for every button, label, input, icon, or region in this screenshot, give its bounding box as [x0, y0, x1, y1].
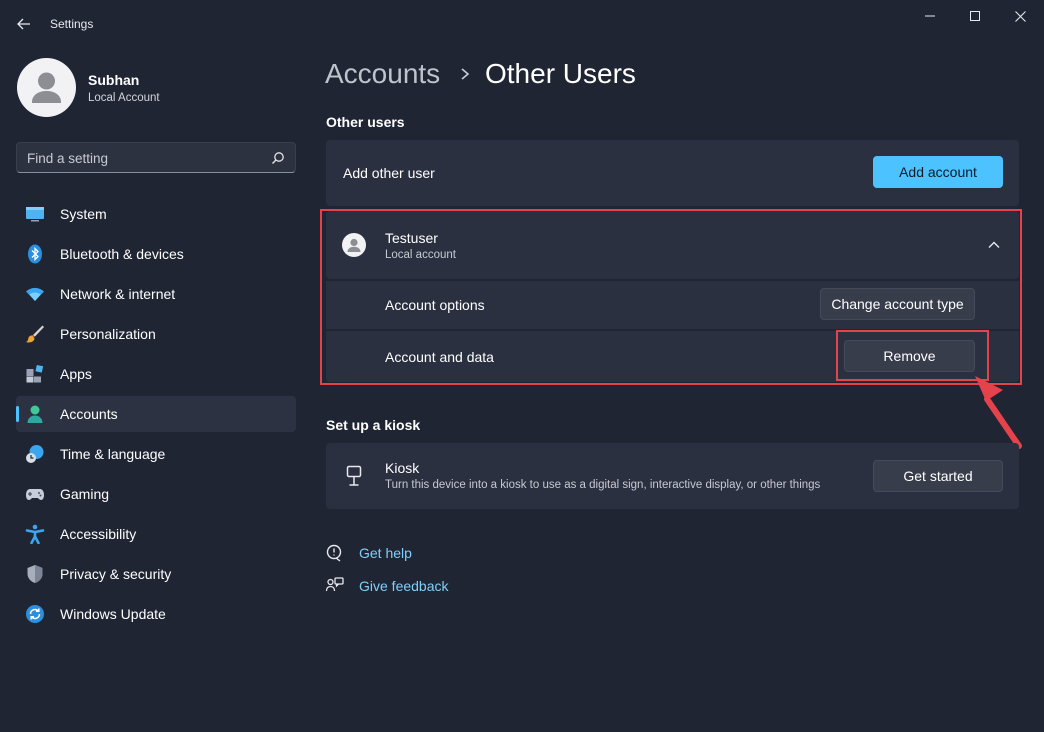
sidebar-item-windows-update[interactable]: Windows Update	[16, 596, 296, 632]
help-icon	[326, 544, 342, 562]
active-indicator	[16, 406, 19, 422]
sidebar-item-time-language[interactable]: Time & language	[16, 436, 296, 472]
sidebar-item-label: Bluetooth & devices	[60, 246, 184, 262]
sidebar-item-label: Accessibility	[60, 526, 137, 542]
sidebar-item-bluetooth[interactable]: Bluetooth & devices	[16, 236, 296, 272]
sidebar-item-apps[interactable]: Apps	[16, 356, 296, 392]
search-placeholder: Find a setting	[27, 151, 109, 166]
sidebar-item-accounts[interactable]: Accounts	[16, 396, 296, 432]
other-users-heading: Other users	[326, 114, 405, 130]
sidebar-item-label: Privacy & security	[60, 566, 172, 582]
sidebar-item-label: Apps	[60, 366, 92, 382]
maximize-button[interactable]	[953, 4, 997, 28]
user-avatar-icon	[32, 72, 61, 103]
red-arrow-icon	[975, 376, 1022, 449]
add-account-button[interactable]: Add account	[873, 156, 1003, 188]
minimize-icon	[925, 15, 935, 17]
time-language-icon	[26, 445, 44, 463]
sidebar-item-label: Network & internet	[60, 286, 176, 302]
get-started-button[interactable]: Get started	[873, 460, 1003, 492]
chevron-right-icon	[461, 68, 470, 80]
search-input[interactable]: Find a setting	[16, 142, 296, 173]
wifi-icon	[26, 287, 44, 301]
kiosk-title: Kiosk	[385, 460, 420, 476]
get-help-link[interactable]: Get help	[359, 545, 412, 561]
window-title: Settings	[50, 17, 94, 31]
add-other-user-card: Add other user Add account	[326, 140, 1019, 206]
page-title: Other Users	[485, 58, 636, 89]
system-icon	[26, 207, 44, 222]
close-icon	[1014, 10, 1026, 22]
apps-icon	[26, 364, 44, 383]
kiosk-card: Kiosk Turn this device into a kiosk to u…	[326, 443, 1019, 509]
update-icon	[26, 605, 44, 623]
accounts-icon	[27, 405, 43, 423]
accessibility-icon	[25, 524, 45, 544]
add-other-user-label: Add other user	[343, 165, 435, 181]
profile-account-type: Local Account	[88, 92, 160, 104]
sidebar-item-label: Personalization	[60, 326, 156, 342]
kiosk-description: Turn this device into a kiosk to use as …	[385, 479, 821, 491]
brush-icon	[26, 325, 44, 343]
sidebar-item-label: Time & language	[60, 446, 166, 462]
search-icon	[272, 152, 284, 164]
sidebar-item-label: Accounts	[60, 406, 118, 422]
breadcrumb-parent[interactable]: Accounts	[325, 58, 440, 90]
sidebar-item-label: System	[60, 206, 107, 222]
sidebar-item-label: Gaming	[60, 486, 110, 502]
profile-name: Subhan	[88, 72, 140, 88]
avatar[interactable]	[17, 58, 76, 117]
shield-icon	[27, 565, 43, 583]
give-feedback-link[interactable]: Give feedback	[359, 578, 449, 594]
sidebar-item-label: Windows Update	[60, 606, 166, 622]
minimize-button[interactable]	[908, 4, 952, 28]
kiosk-icon	[346, 465, 362, 486]
gamepad-icon	[26, 489, 44, 500]
feedback-icon	[326, 577, 344, 592]
sidebar-item-network[interactable]: Network & internet	[16, 276, 296, 312]
sidebar-item-system[interactable]: System	[16, 196, 296, 232]
bluetooth-icon	[28, 244, 42, 264]
sidebar-item-gaming[interactable]: Gaming	[16, 476, 296, 512]
close-button[interactable]	[998, 4, 1042, 28]
kiosk-heading: Set up a kiosk	[326, 417, 421, 433]
back-arrow-icon	[17, 18, 30, 30]
maximize-icon	[970, 11, 980, 21]
back-button[interactable]	[12, 12, 36, 36]
sidebar-item-personalization[interactable]: Personalization	[16, 316, 296, 352]
sidebar-item-accessibility[interactable]: Accessibility	[16, 516, 296, 552]
sidebar-item-privacy-security[interactable]: Privacy & security	[16, 556, 296, 592]
